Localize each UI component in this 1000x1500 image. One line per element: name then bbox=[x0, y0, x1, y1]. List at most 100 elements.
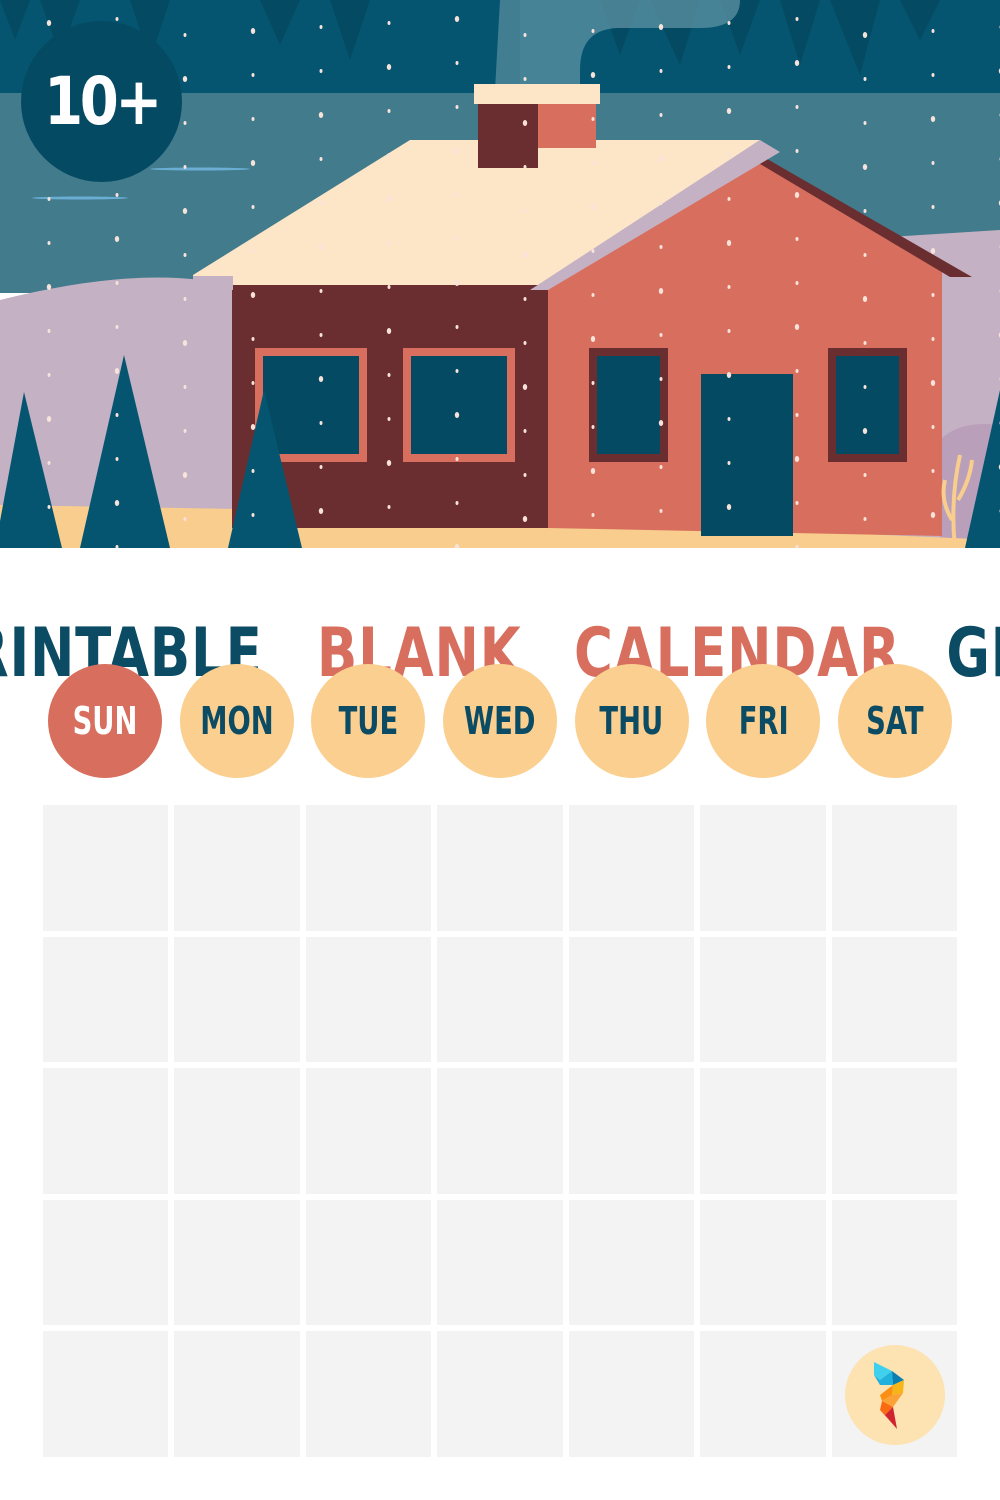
snowflake bbox=[319, 333, 323, 337]
calendar-cell[interactable] bbox=[568, 1068, 695, 1194]
snowflake bbox=[862, 296, 868, 302]
snowflake bbox=[455, 237, 459, 241]
snowflake bbox=[47, 197, 51, 201]
weekday-mon: MON bbox=[179, 664, 294, 778]
snowflake bbox=[591, 425, 595, 429]
calendar-cell[interactable] bbox=[437, 1331, 563, 1457]
calendar-cell[interactable] bbox=[305, 805, 432, 931]
snowflake bbox=[387, 241, 391, 245]
snowflake bbox=[794, 60, 800, 66]
snowflake bbox=[455, 105, 459, 109]
calendar-cell[interactable] bbox=[43, 936, 169, 1063]
snowflake bbox=[182, 340, 188, 346]
snowflake bbox=[591, 513, 595, 517]
count-badge: 10+ bbox=[21, 21, 182, 182]
snowflake bbox=[931, 469, 935, 473]
snowflake bbox=[659, 465, 663, 469]
snowflake bbox=[251, 469, 255, 473]
snowflake bbox=[454, 148, 460, 154]
snowflake bbox=[251, 249, 255, 253]
calendar-cell[interactable] bbox=[700, 805, 826, 931]
snowflake bbox=[591, 29, 595, 33]
calendar-cell[interactable] bbox=[305, 1331, 432, 1457]
snowflake bbox=[387, 417, 391, 421]
calendar-cell[interactable] bbox=[43, 1331, 169, 1457]
calendar-cell[interactable] bbox=[700, 1068, 826, 1194]
snowflake bbox=[387, 109, 391, 113]
calendar-cell[interactable] bbox=[700, 1199, 826, 1326]
snowflake bbox=[931, 337, 935, 341]
calendar-cell[interactable] bbox=[568, 936, 695, 1063]
snowflake bbox=[591, 249, 595, 253]
calendar-cell[interactable] bbox=[437, 805, 563, 931]
calendar-cell[interactable] bbox=[437, 1199, 563, 1326]
snowflake bbox=[727, 153, 731, 157]
calendar-cell[interactable] bbox=[700, 1331, 826, 1457]
window bbox=[411, 356, 507, 454]
calendar-cell[interactable] bbox=[831, 805, 957, 931]
snowflake bbox=[454, 16, 460, 22]
weekday-wed: WED bbox=[442, 664, 557, 778]
calendar-cell[interactable] bbox=[831, 936, 957, 1063]
calendar-cell[interactable] bbox=[568, 1199, 695, 1326]
calendar-cell[interactable] bbox=[831, 1199, 957, 1326]
snowflake bbox=[46, 20, 52, 26]
snowflake bbox=[251, 117, 255, 121]
chimney-cap bbox=[474, 84, 600, 104]
snowflake bbox=[931, 161, 935, 165]
weekday-label: FRI bbox=[738, 699, 789, 743]
snowflake bbox=[863, 121, 867, 125]
title-word: GRID bbox=[946, 613, 1000, 693]
snowflake bbox=[115, 193, 119, 197]
calendar-cell[interactable] bbox=[568, 1331, 695, 1457]
weekday-tue: TUE bbox=[311, 664, 426, 778]
calendar-cell[interactable] bbox=[174, 1331, 300, 1457]
calendar-cell[interactable] bbox=[568, 805, 695, 931]
calendar-cell[interactable] bbox=[43, 1068, 169, 1194]
snowflake bbox=[659, 201, 663, 205]
calendar-cell[interactable] bbox=[174, 805, 300, 931]
calendar-cell[interactable] bbox=[174, 1199, 300, 1326]
snowflake bbox=[862, 32, 868, 38]
calendar-cell[interactable] bbox=[43, 805, 169, 931]
brand-logo-icon bbox=[874, 1362, 904, 1429]
snowflake bbox=[726, 240, 732, 246]
window bbox=[836, 356, 899, 454]
calendar-cell[interactable] bbox=[437, 936, 563, 1063]
snowflake bbox=[251, 381, 255, 385]
calendar-cell[interactable] bbox=[174, 1068, 300, 1194]
snowflake bbox=[930, 380, 936, 386]
snowflake bbox=[115, 281, 119, 285]
snowflake bbox=[386, 64, 392, 70]
snowflake bbox=[522, 120, 528, 126]
snowflake bbox=[658, 420, 664, 426]
weekday-label: THU bbox=[599, 699, 664, 743]
calendar-cell[interactable] bbox=[174, 936, 300, 1063]
snowflake bbox=[250, 424, 256, 430]
snowflake bbox=[319, 69, 323, 73]
snowflake bbox=[455, 325, 459, 329]
count-badge-text: 10+ bbox=[44, 63, 162, 140]
snowflake bbox=[455, 369, 459, 373]
snowflake bbox=[522, 384, 528, 390]
snowflake bbox=[590, 468, 596, 474]
snowflake bbox=[115, 413, 119, 417]
calendar-cell[interactable] bbox=[437, 1068, 563, 1194]
calendar-cell[interactable] bbox=[305, 1068, 432, 1194]
calendar-cell[interactable] bbox=[305, 936, 432, 1063]
calendar-cell[interactable] bbox=[700, 936, 826, 1063]
snowflake bbox=[795, 237, 799, 241]
snowflake bbox=[183, 429, 187, 433]
snowflake bbox=[319, 25, 323, 29]
snowflake bbox=[523, 77, 527, 81]
snowflake bbox=[183, 253, 187, 257]
calendar-cell[interactable] bbox=[831, 1068, 957, 1194]
weekday-sat: SAT bbox=[837, 664, 952, 778]
snowflake bbox=[795, 17, 799, 21]
snowflake bbox=[114, 236, 120, 242]
snowflake bbox=[794, 192, 800, 198]
calendar-cell[interactable] bbox=[305, 1199, 432, 1326]
snowflake bbox=[727, 285, 731, 289]
snowflake bbox=[591, 117, 595, 121]
calendar-cell[interactable] bbox=[43, 1199, 169, 1326]
